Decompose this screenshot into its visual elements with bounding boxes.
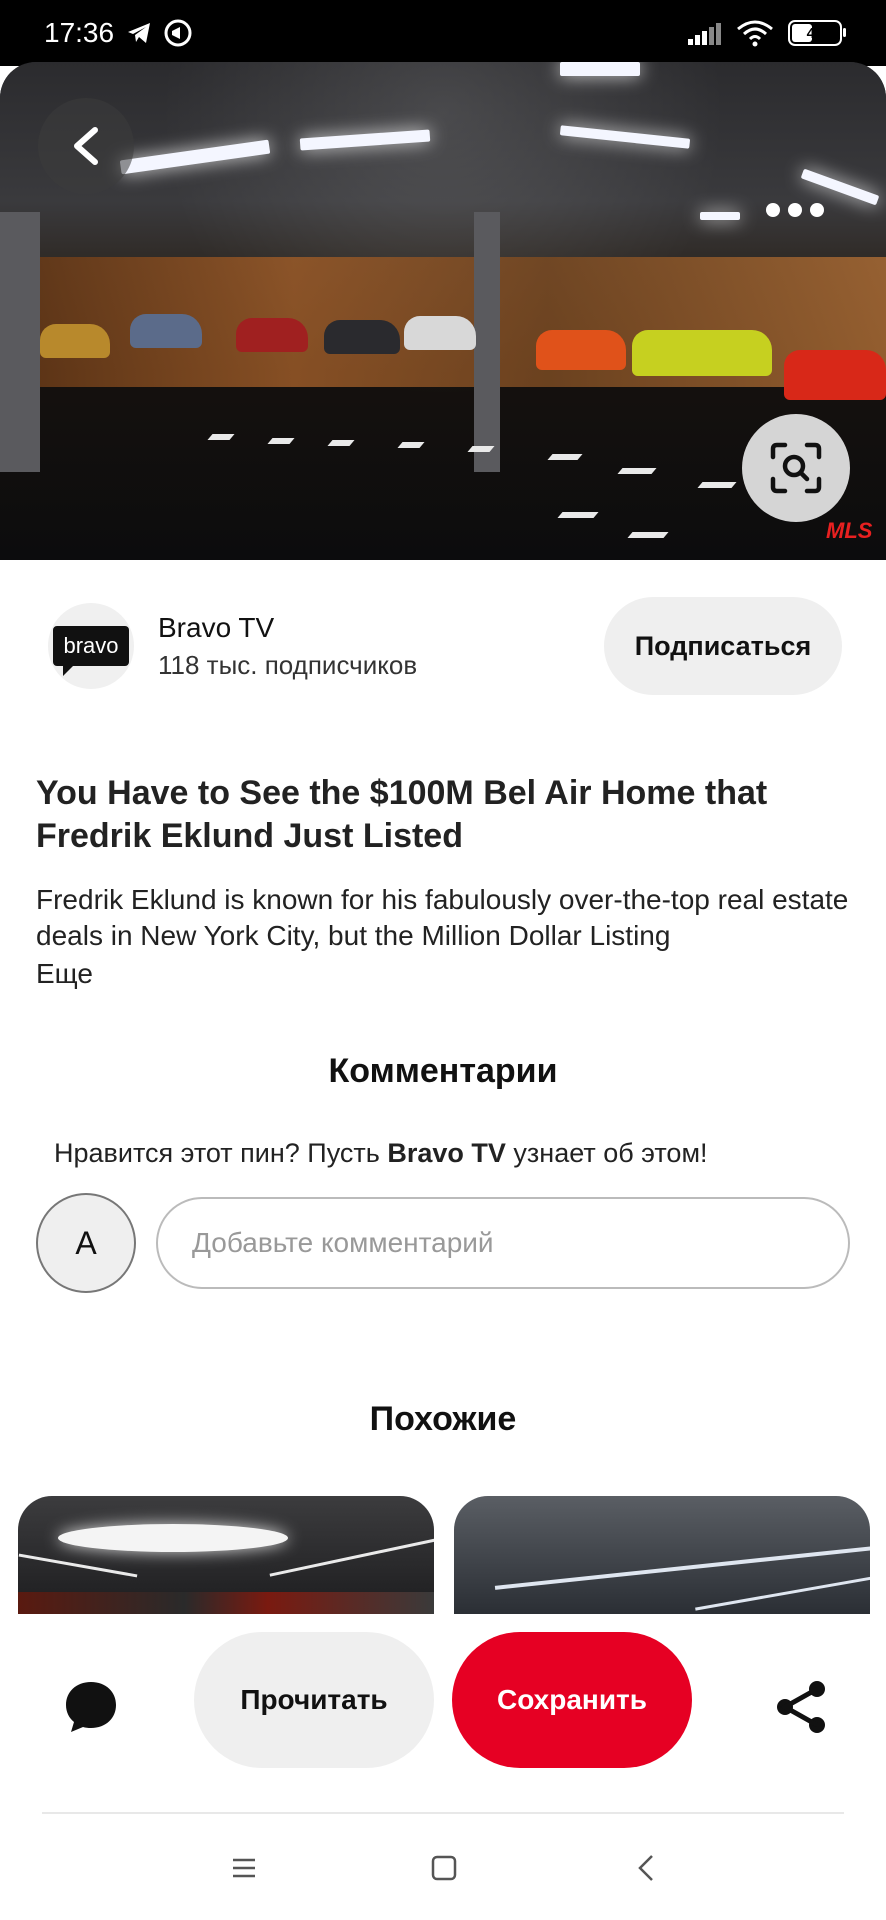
creator-name: Bravo TV xyxy=(158,611,275,643)
similar-grid xyxy=(18,1496,870,1616)
signal-icon xyxy=(688,23,721,45)
car xyxy=(536,330,626,370)
system-back-button[interactable] xyxy=(626,1848,666,1888)
back-chevron-icon xyxy=(638,1855,653,1881)
creator-subscribers: 118 тыс. подписчиков xyxy=(158,649,418,680)
floor-light xyxy=(627,532,669,538)
comment-input[interactable] xyxy=(156,1197,850,1289)
menu-icon xyxy=(233,1858,255,1878)
pin-description: Fredrik Eklund is known for his fabulous… xyxy=(36,884,849,951)
floor-light xyxy=(557,512,599,518)
ceiling-light xyxy=(700,212,740,220)
comment-prompt: Нравится этот пин? Пусть Bravo TV узнает… xyxy=(54,1138,708,1169)
more-dots-icon xyxy=(766,203,824,217)
comment-bubble-icon xyxy=(66,1682,116,1732)
status-bar: 17:36 45 xyxy=(0,0,886,66)
floor-light xyxy=(617,468,657,474)
creator-info[interactable]: Bravo TV 118 тыс. подписчиков xyxy=(158,612,417,681)
home-button[interactable] xyxy=(424,1848,464,1888)
read-button[interactable]: Прочитать xyxy=(194,1632,434,1768)
car xyxy=(130,314,202,348)
battery-level: 45 xyxy=(806,24,824,42)
ceiling-light xyxy=(560,62,640,76)
car xyxy=(404,316,476,350)
similar-pin[interactable] xyxy=(454,1496,870,1616)
light-strip xyxy=(269,1538,434,1577)
telegram-icon xyxy=(128,23,151,43)
back-button[interactable] xyxy=(38,98,134,194)
ceiling-ring xyxy=(58,1524,288,1552)
car xyxy=(324,320,400,354)
add-comment-row: A xyxy=(36,1192,850,1294)
light-strip xyxy=(18,1553,138,1578)
comment-prompt-creator: Bravo TV xyxy=(387,1138,506,1168)
more-options-button[interactable] xyxy=(760,190,830,230)
pillar xyxy=(0,212,40,472)
car xyxy=(236,318,308,352)
comment-button[interactable] xyxy=(56,1672,126,1742)
status-left: 17:36 xyxy=(44,17,192,49)
comment-prompt-after: узнает об этом! xyxy=(505,1138,708,1168)
action-bar: Прочитать Сохранить xyxy=(0,1614,886,1814)
status-right: 45 xyxy=(688,19,846,47)
status-time: 17:36 xyxy=(44,17,115,48)
visual-search-icon xyxy=(770,442,822,494)
car xyxy=(784,350,886,400)
show-more-link[interactable]: Еще xyxy=(36,958,93,990)
share-button[interactable] xyxy=(766,1672,836,1742)
floor-light xyxy=(547,454,583,460)
user-avatar[interactable]: A xyxy=(36,1193,136,1293)
share-icon xyxy=(777,1681,825,1733)
car xyxy=(632,330,772,376)
pillar xyxy=(474,212,500,472)
wifi-icon xyxy=(737,20,773,47)
comments-heading: Комментарии xyxy=(328,1052,558,1090)
light-strip xyxy=(494,1546,870,1590)
floor-light xyxy=(697,482,737,488)
pin-title: You Have to See the $100M Bel Air Home t… xyxy=(36,774,768,855)
car xyxy=(40,324,110,358)
bravo-logo: bravo xyxy=(53,626,129,676)
car-row xyxy=(18,1592,434,1616)
similar-pin[interactable] xyxy=(18,1496,434,1616)
creator-row: bravo Bravo TV 118 тыс. подписчиков Подп… xyxy=(48,597,842,695)
visual-search-button[interactable] xyxy=(742,414,850,522)
notification-icon xyxy=(164,19,192,47)
system-nav-bar xyxy=(0,1814,886,1920)
battery-icon: 45 xyxy=(788,20,846,46)
recent-apps-button[interactable] xyxy=(224,1848,264,1888)
subscribe-button[interactable]: Подписаться xyxy=(604,597,842,695)
similar-heading: Похожие xyxy=(369,1400,517,1438)
save-button[interactable]: Сохранить xyxy=(452,1632,692,1768)
comment-prompt-before: Нравится этот пин? Пусть xyxy=(54,1138,388,1168)
light-strip xyxy=(695,1576,870,1611)
back-arrow-icon xyxy=(74,127,98,165)
home-square-icon xyxy=(431,1855,457,1881)
watermark-logo: MLS xyxy=(826,518,873,543)
creator-avatar[interactable]: bravo xyxy=(48,603,134,689)
